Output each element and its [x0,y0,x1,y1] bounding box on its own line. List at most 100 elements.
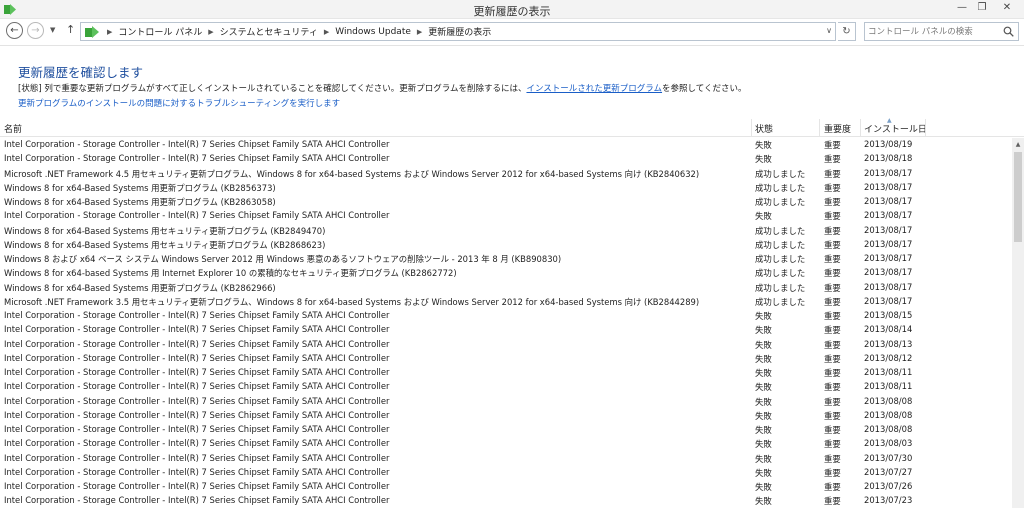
breadcrumb-separator-icon[interactable]: ▶ [208,28,213,36]
table-row[interactable]: Intel Corporation - Storage Controller -… [0,338,1012,352]
column-divider[interactable] [819,119,820,137]
table-row[interactable]: Intel Corporation - Storage Controller -… [0,480,1012,494]
update-status: 失敗 [755,425,772,435]
table-row[interactable]: Windows 8 for x64-Based Systems 用セキュリティ更… [0,224,1012,238]
update-status: 成功しました [755,182,806,193]
table-row[interactable]: Intel Corporation - Storage Controller -… [0,138,1012,152]
update-install-date: 2013/08/17 [864,210,913,221]
breadcrumb-separator-icon[interactable]: ▶ [324,28,329,36]
minimize-button[interactable]: — [952,0,972,15]
column-divider[interactable] [860,119,861,137]
update-importance: 重要 [824,282,841,293]
update-status: 失敗 [755,140,772,150]
scroll-up-arrow-icon[interactable]: ▲ [1012,138,1024,150]
address-dropdown-icon[interactable]: ∨ [826,26,832,35]
maximize-button[interactable]: ❐ [972,0,992,15]
table-row[interactable]: Intel Corporation - Storage Controller -… [0,380,1012,394]
update-status: 失敗 [755,325,772,336]
update-status: 成功しました [755,168,806,179]
update-importance: 重要 [824,439,841,450]
update-status: 失敗 [755,482,772,492]
update-importance: 重要 [824,368,841,378]
search-box[interactable] [864,22,1019,41]
address-bar[interactable]: ▶ コントロール パネル ▶ システムとセキュリティ ▶ Windows Upd… [80,22,836,41]
update-install-date: 2013/08/08 [864,424,913,434]
installed-updates-link[interactable]: インストールされた更新プログラム [526,84,662,94]
update-install-date: 2013/08/17 [864,224,913,235]
update-install-date: 2013/08/11 [864,381,913,392]
update-install-date: 2013/08/12 [864,352,913,363]
update-importance: 重要 [824,254,841,264]
table-row[interactable]: Intel Corporation - Storage Controller -… [0,209,1012,223]
update-name: Windows 8 for x64-Based Systems 用セキュリティ更… [4,225,326,236]
update-name: Intel Corporation - Storage Controller -… [4,395,390,406]
column-header-importance[interactable]: 重要度 [824,122,851,135]
table-row[interactable]: Intel Corporation - Storage Controller -… [0,452,1012,466]
update-name: Windows 8 for x64-based Systems 用 Intern… [4,268,457,279]
update-importance: 重要 [824,453,841,464]
table-row[interactable]: Intel Corporation - Storage Controller -… [0,152,1012,166]
update-status: 失敗 [755,453,772,464]
update-install-date: 2013/08/08 [864,395,913,406]
column-header-install-date[interactable]: インストール日 [864,122,927,135]
column-divider[interactable] [925,119,926,137]
troubleshoot-link[interactable]: 更新プログラムのインストールの問題に対するトラブルシューティングを実行します [18,97,340,109]
table-row[interactable]: Intel Corporation - Storage Controller -… [0,395,1012,409]
update-status: 失敗 [755,410,772,421]
table-row[interactable]: Intel Corporation - Storage Controller -… [0,323,1012,337]
table-row[interactable]: Windows 8 for x64-Based Systems 用更新プログラム… [0,281,1012,295]
update-importance: 重要 [824,182,841,193]
recent-locations-chevron-icon[interactable]: ▼ [50,26,55,34]
breadcrumb-update-history[interactable]: 更新履歴の表示 [428,25,491,38]
table-row[interactable]: Microsoft .NET Framework 4.5 用セキュリティ更新プロ… [0,167,1012,181]
table-row[interactable]: Intel Corporation - Storage Controller -… [0,352,1012,366]
update-install-date: 2013/08/18 [864,153,913,164]
update-importance: 重要 [824,396,841,407]
table-row[interactable]: Intel Corporation - Storage Controller -… [0,466,1012,480]
breadcrumb-windows-update[interactable]: Windows Update [335,27,411,37]
column-header-status[interactable]: 状態 [755,122,773,135]
column-header-name[interactable]: 名前 [4,122,22,135]
table-row[interactable]: Intel Corporation - Storage Controller -… [0,437,1012,451]
update-status: 失敗 [755,154,772,165]
scrollbar-thumb[interactable] [1014,152,1022,242]
table-row[interactable]: Intel Corporation - Storage Controller -… [0,409,1012,423]
search-input[interactable] [868,24,1000,39]
up-arrow-icon[interactable]: ↑ [66,23,75,36]
breadcrumb-separator-icon[interactable]: ▶ [417,28,422,36]
forward-arrow-icon[interactable]: → [27,22,44,39]
table-row[interactable]: Windows 8 for x64-based Systems 用 Intern… [0,266,1012,280]
table-row[interactable]: Intel Corporation - Storage Controller -… [0,423,1012,437]
search-icon[interactable] [1003,26,1014,37]
table-row[interactable]: Windows 8 および x64 ベース システム Windows Serve… [0,252,1012,266]
update-install-date: 2013/08/11 [864,367,913,377]
update-status: 失敗 [755,339,772,350]
update-name: Intel Corporation - Storage Controller -… [4,338,390,349]
table-row[interactable]: Intel Corporation - Storage Controller -… [0,366,1012,380]
refresh-icon[interactable]: ↻ [838,22,856,41]
update-install-date: 2013/08/17 [864,181,913,192]
table-row[interactable]: Intel Corporation - Storage Controller -… [0,494,1012,508]
update-status: 成功しました [755,254,806,264]
update-name: Microsoft .NET Framework 4.5 用セキュリティ更新プロ… [4,168,700,179]
update-history-table: 名前 状態 重要度 ▲ インストール日 Intel Corporation - … [0,117,1024,508]
update-status: 失敗 [755,211,772,222]
update-importance: 重要 [824,467,841,478]
table-row[interactable]: Microsoft .NET Framework 3.5 用セキュリティ更新プロ… [0,295,1012,309]
update-name: Intel Corporation - Storage Controller -… [4,409,390,420]
breadcrumb-control-panel[interactable]: コントロール パネル [118,25,202,38]
update-name: Intel Corporation - Storage Controller -… [4,310,390,320]
table-row[interactable]: Windows 8 for x64-Based Systems 用更新プログラム… [0,195,1012,209]
table-row[interactable]: Windows 8 for x64-Based Systems 用更新プログラム… [0,181,1012,195]
back-arrow-icon[interactable]: ← [6,22,23,39]
breadcrumb-system-security[interactable]: システムとセキュリティ [220,25,318,38]
vertical-scrollbar[interactable]: ▲ [1012,138,1024,508]
update-importance: 重要 [824,154,841,165]
column-divider[interactable] [751,119,752,137]
update-name: Intel Corporation - Storage Controller -… [4,424,390,434]
table-row[interactable]: Windows 8 for x64-Based Systems 用セキュリティ更… [0,238,1012,252]
update-name: Intel Corporation - Storage Controller -… [4,153,390,164]
table-row[interactable]: Intel Corporation - Storage Controller -… [0,309,1012,323]
close-button[interactable]: ✕ [992,0,1022,15]
update-install-date: 2013/08/14 [864,324,913,335]
